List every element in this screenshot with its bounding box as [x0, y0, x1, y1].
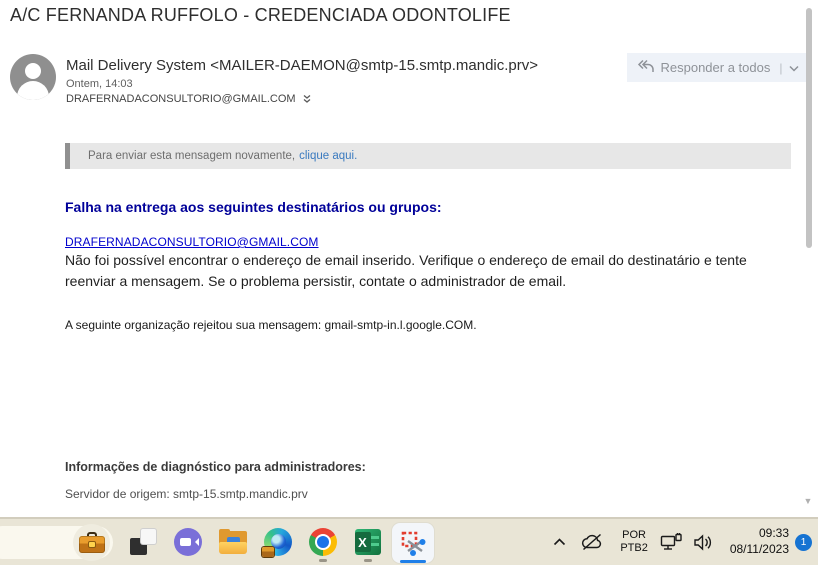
briefcase-app-button[interactable]: [73, 524, 110, 561]
system-tray: POR PTB2 09:33 08/11/2023 1: [553, 519, 812, 565]
resend-notice-text: Para enviar esta mensagem novamente,: [88, 150, 296, 162]
mail-reading-pane: A/C FERNANDA RUFFOLO - CREDENCIADA ODONT…: [0, 0, 818, 517]
reply-all-icon: [635, 59, 654, 76]
diagnostics-heading: Informações de diagnóstico para administ…: [65, 460, 366, 474]
chrome-browser-button[interactable]: [300, 519, 345, 565]
failure-description: Não foi possível encontrar o endereço de…: [65, 252, 747, 289]
briefcase-icon: [78, 532, 105, 553]
edge-work-badge-icon: [261, 547, 274, 557]
sender-avatar[interactable]: [10, 54, 56, 100]
reply-all-button[interactable]: Responder a todos |: [627, 53, 807, 82]
hidden-icons-chevron[interactable]: [553, 538, 566, 546]
snipping-tool-button-active[interactable]: [390, 519, 436, 565]
edge-browser-icon: [261, 528, 292, 557]
taskbar-clock[interactable]: 09:33 08/11/2023: [730, 526, 789, 557]
file-explorer-icon: [218, 528, 247, 554]
file-explorer-button[interactable]: [210, 519, 255, 565]
recipient-row: DRAFERNADACONSULTORIO@GMAIL.COM: [66, 93, 312, 105]
notification-badge[interactable]: 1: [795, 533, 812, 551]
reply-options-chevron-icon[interactable]: [789, 60, 800, 75]
desktop-screen: A/C FERNANDA RUFFOLO - CREDENCIADA ODONT…: [0, 0, 818, 565]
language-line1: POR: [622, 528, 646, 541]
email-timestamp: Ontem, 14:03: [66, 78, 133, 90]
task-view-button[interactable]: [120, 519, 165, 565]
clock-date: 08/11/2023: [729, 542, 789, 556]
edge-browser-button[interactable]: [255, 519, 300, 565]
network-ethernet-icon[interactable]: [660, 532, 683, 552]
recipient-address: DRAFERNADACONSULTORIO@GMAIL.COM: [66, 93, 296, 105]
failed-recipient-link[interactable]: DRAFERNADACONSULTORIO@GMAIL.COM: [65, 235, 319, 249]
scrollbar-down-arrow[interactable]: ▼: [800, 496, 816, 508]
reply-all-label: Responder a todos: [660, 60, 771, 75]
origin-server-line: Servidor de origem: smtp-15.smtp.mandic.…: [65, 487, 308, 501]
chrome-browser-icon: [308, 528, 337, 556]
video-meeting-button[interactable]: [165, 519, 210, 565]
taskbar-left-pill: [0, 524, 113, 561]
button-separator: |: [779, 60, 783, 75]
taskbar: X POR PTB2 09:33 08/11/2023 1: [0, 517, 818, 565]
expand-details-icon[interactable]: [302, 94, 312, 104]
volume-icon[interactable]: [693, 533, 714, 551]
resend-link[interactable]: clique aqui.: [299, 150, 357, 162]
clock-time: 09:33: [758, 526, 789, 541]
rejection-organization-line: A seguinte organização rejeitou sua mens…: [65, 318, 477, 332]
language-indicator[interactable]: POR PTB2: [620, 529, 648, 555]
sender-name-address[interactable]: Mail Delivery System <MAILER-DAEMON@smtp…: [66, 57, 538, 74]
delivery-failure-heading: Falha na entrega aos seguintes destinatá…: [65, 199, 442, 215]
resend-notice-bar: Para enviar esta mensagem novamente, cli…: [65, 143, 791, 169]
task-view-icon: [129, 528, 157, 556]
scrollbar-thumb[interactable]: [806, 8, 812, 248]
excel-button[interactable]: X: [345, 519, 390, 565]
email-subject: A/C FERNANDA RUFFOLO - CREDENCIADA ODONT…: [10, 5, 511, 25]
onedrive-offline-icon[interactable]: [580, 533, 604, 551]
video-meeting-icon: [173, 528, 202, 556]
excel-icon: X: [354, 529, 381, 555]
taskbar-app-icons: X: [120, 519, 436, 565]
language-line2: PTB2: [620, 542, 648, 554]
snipping-tool-icon: [392, 522, 434, 563]
